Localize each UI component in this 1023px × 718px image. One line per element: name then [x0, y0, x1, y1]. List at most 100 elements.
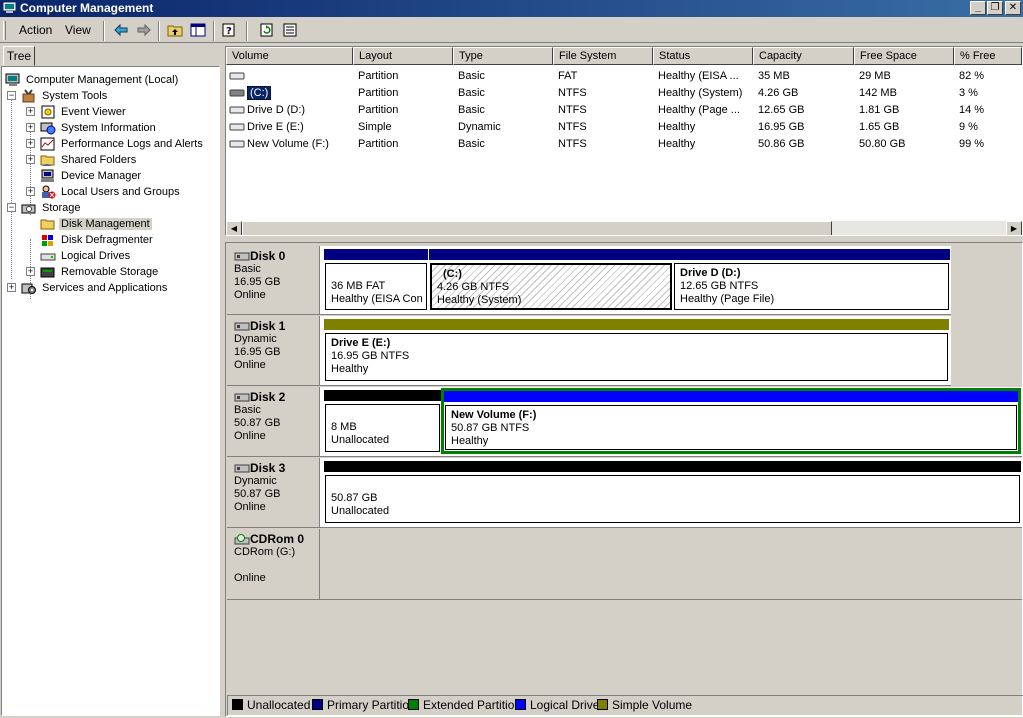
tree-item-computer-management[interactable]: Computer Management (Local) — [5, 72, 180, 88]
unallocated-space[interactable]: 8 MB Unallocated — [324, 390, 441, 453]
show-hide-tree-button[interactable] — [187, 21, 209, 41]
properties-button[interactable] — [279, 21, 301, 41]
cell-volume: (C:) — [247, 85, 347, 102]
legend-label: Unallocated — [247, 698, 311, 712]
tree-item-disk-management[interactable]: Disk Management — [40, 216, 152, 232]
tree-expander-local-users[interactable]: + — [26, 187, 35, 196]
toolbar-separator — [246, 21, 248, 41]
disk-row[interactable]: Disk 0 Basic 16.95 GB Online 36 MB FAT H… — [227, 246, 951, 315]
cdrom-row[interactable]: CDRom 0 CDRom (G:) Online — [227, 529, 1022, 600]
menu-view[interactable]: View — [65, 23, 91, 37]
primary-partition-bar — [324, 249, 428, 260]
tree-item-shared-folders[interactable]: Shared Folders — [40, 152, 138, 168]
tree-item-removable-storage[interactable]: Removable Storage — [40, 264, 160, 280]
back-button[interactable] — [110, 21, 132, 41]
legend-item: Simple Volume — [597, 696, 692, 715]
partition-body: (C:) 4.26 GB NTFS Healthy (System) — [430, 263, 672, 310]
partition-d[interactable]: Drive D (D:) 12.65 GB NTFS Healthy (Page… — [673, 249, 950, 311]
partition-body: New Volume (F:) 50.87 GB NTFS Healthy — [445, 405, 1017, 450]
volume-list: Volume Layout Type File System Status Ca… — [225, 46, 1023, 236]
pane-splitter[interactable] — [225, 237, 1023, 241]
tab-tree[interactable]: Tree — [3, 46, 35, 66]
volume-e[interactable]: Drive E (E:) 16.95 GB NTFS Healthy — [324, 319, 949, 382]
cell-status: Healthy (EISA ... — [658, 70, 739, 82]
cdrom-icon — [234, 534, 250, 545]
column-header-percent-free[interactable]: % Free — [954, 47, 1022, 65]
tree-expander-system-tools[interactable]: − — [7, 91, 16, 100]
tree-item-local-users-groups[interactable]: Local Users and Groups — [40, 184, 182, 200]
scroll-right-arrow-icon[interactable]: ▶ — [1006, 221, 1022, 235]
disk-label: Disk 3 Dynamic 50.87 GB Online — [227, 458, 320, 527]
disk-status: Online — [234, 359, 266, 371]
tree-item-performance-logs[interactable]: Performance Logs and Alerts — [40, 136, 205, 152]
cell-type: Basic — [458, 70, 485, 82]
computer-icon — [5, 73, 20, 87]
tree-item-storage[interactable]: Storage — [21, 200, 83, 216]
tree-expander-storage[interactable]: − — [7, 203, 16, 212]
table-row[interactable]: Drive D (D:) Partition Basic NTFS Health… — [226, 102, 1022, 119]
console-tree: Computer Management (Local) − System Too… — [1, 66, 220, 716]
refresh-button[interactable] — [256, 21, 278, 41]
minimize-button[interactable]: _ — [970, 1, 986, 15]
column-header-status[interactable]: Status — [653, 47, 753, 65]
menu-action[interactable]: Action — [19, 23, 52, 37]
disk-row[interactable]: Disk 3 Dynamic 50.87 GB Online 50.87 GB … — [227, 458, 1022, 528]
tree-expander-removable-storage[interactable]: + — [26, 267, 35, 276]
scroll-thumb[interactable] — [242, 221, 832, 235]
toolbar-grip[interactable] — [3, 21, 6, 40]
cell-percent-free: 14 % — [959, 104, 985, 116]
column-header-free-space[interactable]: Free Space — [854, 47, 954, 65]
tree-expander-services-applications[interactable]: + — [7, 283, 16, 292]
scroll-left-arrow-icon[interactable]: ◀ — [226, 221, 242, 235]
tree-expander-system-information[interactable]: + — [26, 123, 35, 132]
cell-status: Healthy (Page ... — [658, 104, 740, 116]
tree-expander-event-viewer[interactable]: + — [26, 107, 35, 116]
volume-disk-icon — [229, 102, 247, 119]
partition-name — [331, 408, 439, 421]
column-header-layout[interactable]: Layout — [353, 47, 453, 65]
column-header-type[interactable]: Type — [453, 47, 553, 65]
partition-status: Unallocated — [331, 505, 390, 517]
table-row[interactable]: New Volume (F:) Partition Basic NTFS Hea… — [226, 136, 1022, 153]
help-button[interactable]: ? — [219, 21, 241, 41]
cell-layout: Partition — [358, 87, 399, 99]
column-header-file-system[interactable]: File System — [553, 47, 653, 65]
horizontal-scrollbar[interactable]: ◀ ▶ — [226, 221, 1022, 235]
disk-row[interactable]: Disk 1 Dynamic 16.95 GB Online Drive E (… — [227, 316, 951, 386]
cell-status: Healthy — [658, 138, 696, 150]
partition-body: Drive D (D:) 12.65 GB NTFS Healthy (Page… — [674, 263, 949, 310]
cell-percent-free: 82 % — [959, 70, 985, 82]
table-row[interactable]: (C:) Partition Basic NTFS Healthy (Syste… — [226, 85, 1022, 102]
tree-item-disk-defragmenter[interactable]: Disk Defragmenter — [40, 232, 155, 248]
tree-item-services-applications[interactable]: Services and Applications — [21, 280, 169, 296]
forward-button[interactable] — [133, 21, 155, 41]
tree-expander-shared-folders[interactable]: + — [26, 155, 35, 164]
tree-item-system-tools[interactable]: System Tools — [21, 88, 109, 104]
cell-free-space: 142 MB — [859, 87, 897, 99]
cell-file-system: NTFS — [558, 104, 587, 116]
cell-capacity: 16.95 GB — [758, 121, 805, 133]
close-button[interactable]: ✕ — [1005, 1, 1021, 15]
cell-type: Basic — [458, 138, 485, 150]
table-row[interactable]: Drive E (E:) Simple Dynamic NTFS Healthy… — [226, 119, 1022, 136]
tree-expander-performance-logs[interactable]: + — [26, 139, 35, 148]
tree-item-system-information[interactable]: System Information — [40, 120, 158, 136]
cell-status: Healthy (System) — [658, 87, 743, 99]
tree-item-device-manager[interactable]: Device Manager — [40, 168, 143, 184]
restore-button[interactable]: ❐ — [987, 1, 1003, 15]
cell-volume: Drive E (E:) — [247, 121, 304, 133]
partition-eisa[interactable]: 36 MB FAT Healthy (EISA Con — [324, 249, 428, 311]
tree-item-event-viewer[interactable]: Event Viewer — [40, 104, 128, 120]
column-header-volume[interactable]: Volume — [226, 47, 353, 65]
cell-free-space: 1.65 GB — [859, 121, 900, 133]
unallocated-space[interactable]: 50.87 GB Unallocated — [324, 461, 1021, 524]
partition-c[interactable]: (C:) 4.26 GB NTFS Healthy (System) — [429, 249, 673, 311]
disk-row[interactable]: Disk 2 Basic 50.87 GB Online 8 MB Unallo… — [227, 387, 1022, 457]
extended-partition[interactable]: New Volume (F:) 50.87 GB NTFS Healthy — [441, 388, 1021, 454]
up-level-button[interactable] — [164, 21, 186, 41]
tree-item-logical-drives[interactable]: Logical Drives — [40, 248, 132, 264]
table-row[interactable]: Partition Basic FAT Healthy (EISA ... 35… — [226, 68, 1022, 85]
cell-percent-free: 9 % — [959, 121, 978, 133]
cell-layout: Simple — [358, 121, 392, 133]
column-header-capacity[interactable]: Capacity — [753, 47, 854, 65]
